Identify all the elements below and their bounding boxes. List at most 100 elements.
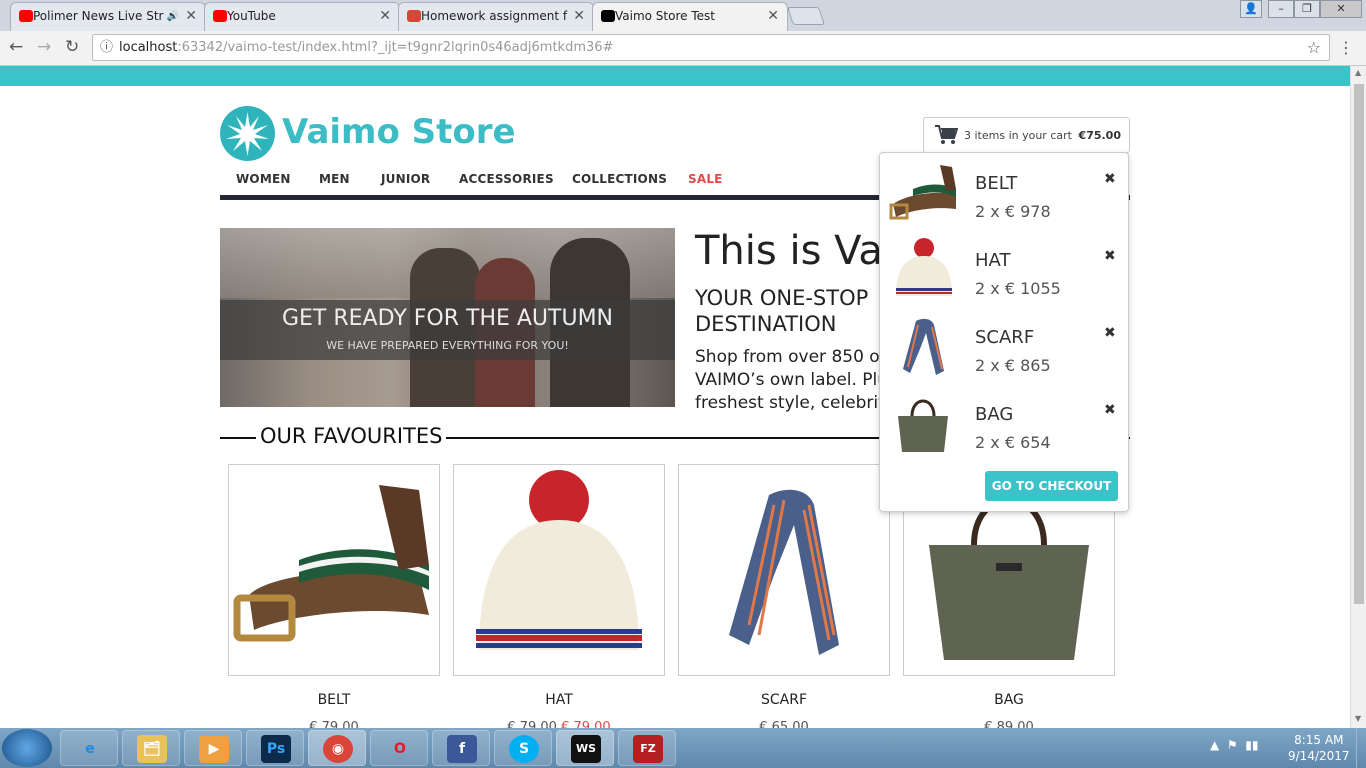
bag-thumbnail bbox=[898, 399, 948, 452]
close-tab-icon[interactable]: ✕ bbox=[573, 3, 585, 30]
cart-total: €75.00 bbox=[1078, 129, 1121, 142]
remove-item-icon[interactable]: ✖ bbox=[1104, 402, 1116, 418]
intro-body-line: Shop from over 850 of bbox=[695, 347, 886, 367]
intro-subtitle-line: YOUR ONE-STOP bbox=[695, 286, 869, 310]
hero-banner[interactable]: GET READY FOR THE AUTUMN WE HAVE PREPARE… bbox=[220, 228, 675, 407]
minimize-button[interactable]: – bbox=[1268, 0, 1294, 18]
restore-button[interactable]: ❐ bbox=[1294, 0, 1320, 18]
browser-tab-strip: Polimer News Live Str 🔊 ✕ YouTube ✕ Home… bbox=[0, 0, 1366, 31]
scroll-down-icon[interactable]: ▼ bbox=[1355, 714, 1361, 723]
nav-sale[interactable]: SALE bbox=[688, 172, 723, 186]
cart-item-name: BAG bbox=[975, 404, 1014, 425]
cart-button[interactable]: 3 items in your cart €75.00 bbox=[923, 117, 1130, 153]
address-bar-row: ← → ↻ ⓘ localhost:63342/vaimo-test/index… bbox=[0, 31, 1366, 66]
url-input[interactable]: ⓘ localhost:63342/vaimo-test/index.html?… bbox=[92, 34, 1330, 61]
cart-item-qty: 2 x € 978 bbox=[975, 202, 1051, 221]
cart-item-name: BELT bbox=[975, 173, 1018, 194]
close-tab-icon[interactable]: ✕ bbox=[767, 3, 779, 30]
logo-starburst-icon[interactable] bbox=[220, 106, 275, 161]
remove-item-icon[interactable]: ✖ bbox=[1104, 325, 1116, 341]
tab-youtube[interactable]: YouTube ✕ bbox=[204, 2, 400, 31]
intro-body-line: freshest style, celebrity bbox=[695, 393, 895, 413]
youtube-icon bbox=[19, 10, 33, 22]
hero-subtitle: WE HAVE PREPARED EVERYTHING FOR YOU! bbox=[326, 339, 569, 352]
hero-title: GET READY FOR THE AUTUMN bbox=[281, 306, 614, 331]
product-name[interactable]: BAG bbox=[903, 692, 1115, 708]
facebook-icon: f bbox=[447, 735, 477, 763]
taskbar-webstorm[interactable]: WS bbox=[556, 730, 614, 766]
remove-item-icon[interactable]: ✖ bbox=[1104, 248, 1116, 264]
tab-title: Polimer News Live Str bbox=[33, 9, 164, 23]
show-desktop-button[interactable] bbox=[1356, 728, 1366, 768]
new-tab-button[interactable] bbox=[787, 7, 825, 25]
nav-collections[interactable]: COLLECTIONS bbox=[572, 172, 667, 186]
info-icon[interactable]: ⓘ bbox=[100, 35, 113, 60]
speaker-icon: 🔊 bbox=[166, 11, 179, 22]
product-card-scarf[interactable] bbox=[678, 464, 890, 676]
taskbar-media-player[interactable]: ▶ bbox=[184, 730, 242, 766]
scroll-up-icon[interactable]: ▲ bbox=[1355, 68, 1361, 77]
product-card-hat[interactable] bbox=[453, 464, 665, 676]
skype-icon: S bbox=[509, 735, 539, 763]
product-name[interactable]: HAT bbox=[453, 692, 665, 708]
close-window-button[interactable]: ✕ bbox=[1320, 0, 1362, 18]
chrome-icon: ◉ bbox=[323, 735, 353, 763]
taskbar-opera[interactable]: O bbox=[370, 730, 428, 766]
media-player-icon: ▶ bbox=[199, 735, 229, 763]
nav-men[interactable]: MEN bbox=[319, 172, 350, 186]
nav-junior[interactable]: JUNIOR bbox=[381, 172, 430, 186]
bookmark-star-icon[interactable]: ☆ bbox=[1307, 35, 1321, 60]
tab-homework[interactable]: Homework assignment f ✕ bbox=[398, 2, 594, 31]
hat-thumbnail bbox=[896, 238, 952, 296]
reload-icon[interactable]: ↻ bbox=[65, 37, 79, 57]
intro-subtitle: YOUR ONE-STOP DESTINATION bbox=[695, 285, 868, 337]
cart-item-qty: 2 x € 1055 bbox=[975, 279, 1061, 298]
page-scrollbar[interactable]: ▲ ▼ bbox=[1350, 66, 1366, 728]
taskbar-chrome[interactable]: ◉ bbox=[308, 730, 366, 766]
nav-accessories[interactable]: ACCESSORIES bbox=[459, 172, 554, 186]
favourites-title: OUR FAVOURITES bbox=[256, 424, 447, 448]
close-tab-icon[interactable]: ✕ bbox=[379, 3, 391, 30]
cart-icon bbox=[935, 125, 958, 144]
system-tray[interactable]: ▲ ⚑ ▮▮ bbox=[1210, 738, 1258, 752]
product-name[interactable]: SCARF bbox=[678, 692, 890, 708]
intro-body: Shop from over 850 of VAIMO’s own label.… bbox=[695, 346, 895, 415]
taskbar-filezilla[interactable]: FZ bbox=[618, 730, 676, 766]
webstorm-icon: WS bbox=[571, 735, 601, 763]
back-icon[interactable]: ← bbox=[9, 37, 23, 57]
url-host: localhost bbox=[119, 40, 178, 55]
start-button[interactable] bbox=[2, 729, 52, 767]
tab-title: Vaimo Store Test bbox=[615, 9, 715, 23]
cart-dropdown: BELT 2 x € 978 ✖ HAT 2 x € 1055 ✖ SCARF … bbox=[879, 152, 1129, 512]
system-clock[interactable]: 8:15 AM 9/14/2017 bbox=[1288, 732, 1350, 764]
taskbar-facebook[interactable]: f bbox=[432, 730, 490, 766]
taskbar-skype[interactable]: S bbox=[494, 730, 552, 766]
cart-item: BAG 2 x € 654 ✖ bbox=[880, 384, 1130, 459]
cart-item-name: HAT bbox=[975, 250, 1011, 271]
scrollbar-thumb[interactable] bbox=[1354, 84, 1364, 604]
webstorm-icon bbox=[601, 10, 615, 22]
product-card-belt[interactable] bbox=[228, 464, 440, 676]
photoshop-icon: Ps bbox=[261, 735, 291, 763]
folder-icon: 🗂 bbox=[137, 735, 167, 763]
checkout-button[interactable]: GO TO CHECKOUT bbox=[985, 471, 1118, 501]
cart-count: 3 items in your cart bbox=[964, 129, 1072, 142]
browser-menu-icon[interactable]: ⋮ bbox=[1338, 38, 1354, 57]
nav-women[interactable]: WOMEN bbox=[236, 172, 291, 186]
brand-name[interactable]: Vaimo Store bbox=[282, 112, 516, 152]
taskbar-photoshop[interactable]: Ps bbox=[246, 730, 304, 766]
tab-vaimo-store[interactable]: Vaimo Store Test ✕ bbox=[592, 2, 788, 31]
cart-item-qty: 2 x € 654 bbox=[975, 433, 1051, 452]
close-tab-icon[interactable]: ✕ bbox=[185, 3, 197, 30]
taskbar-explorer[interactable]: 🗂 bbox=[122, 730, 180, 766]
tab-polimer-news[interactable]: Polimer News Live Str 🔊 ✕ bbox=[10, 2, 206, 31]
gmail-icon bbox=[407, 10, 421, 22]
profile-icon[interactable]: 👤 bbox=[1240, 0, 1262, 18]
taskbar-ie[interactable]: e bbox=[60, 730, 118, 766]
intro-body-line: VAIMO’s own label. Plu bbox=[695, 370, 889, 390]
hat-image bbox=[476, 470, 642, 650]
remove-item-icon[interactable]: ✖ bbox=[1104, 171, 1116, 187]
product-name[interactable]: BELT bbox=[228, 692, 440, 708]
clock-date: 9/14/2017 bbox=[1288, 749, 1350, 763]
forward-icon[interactable]: → bbox=[37, 37, 51, 57]
